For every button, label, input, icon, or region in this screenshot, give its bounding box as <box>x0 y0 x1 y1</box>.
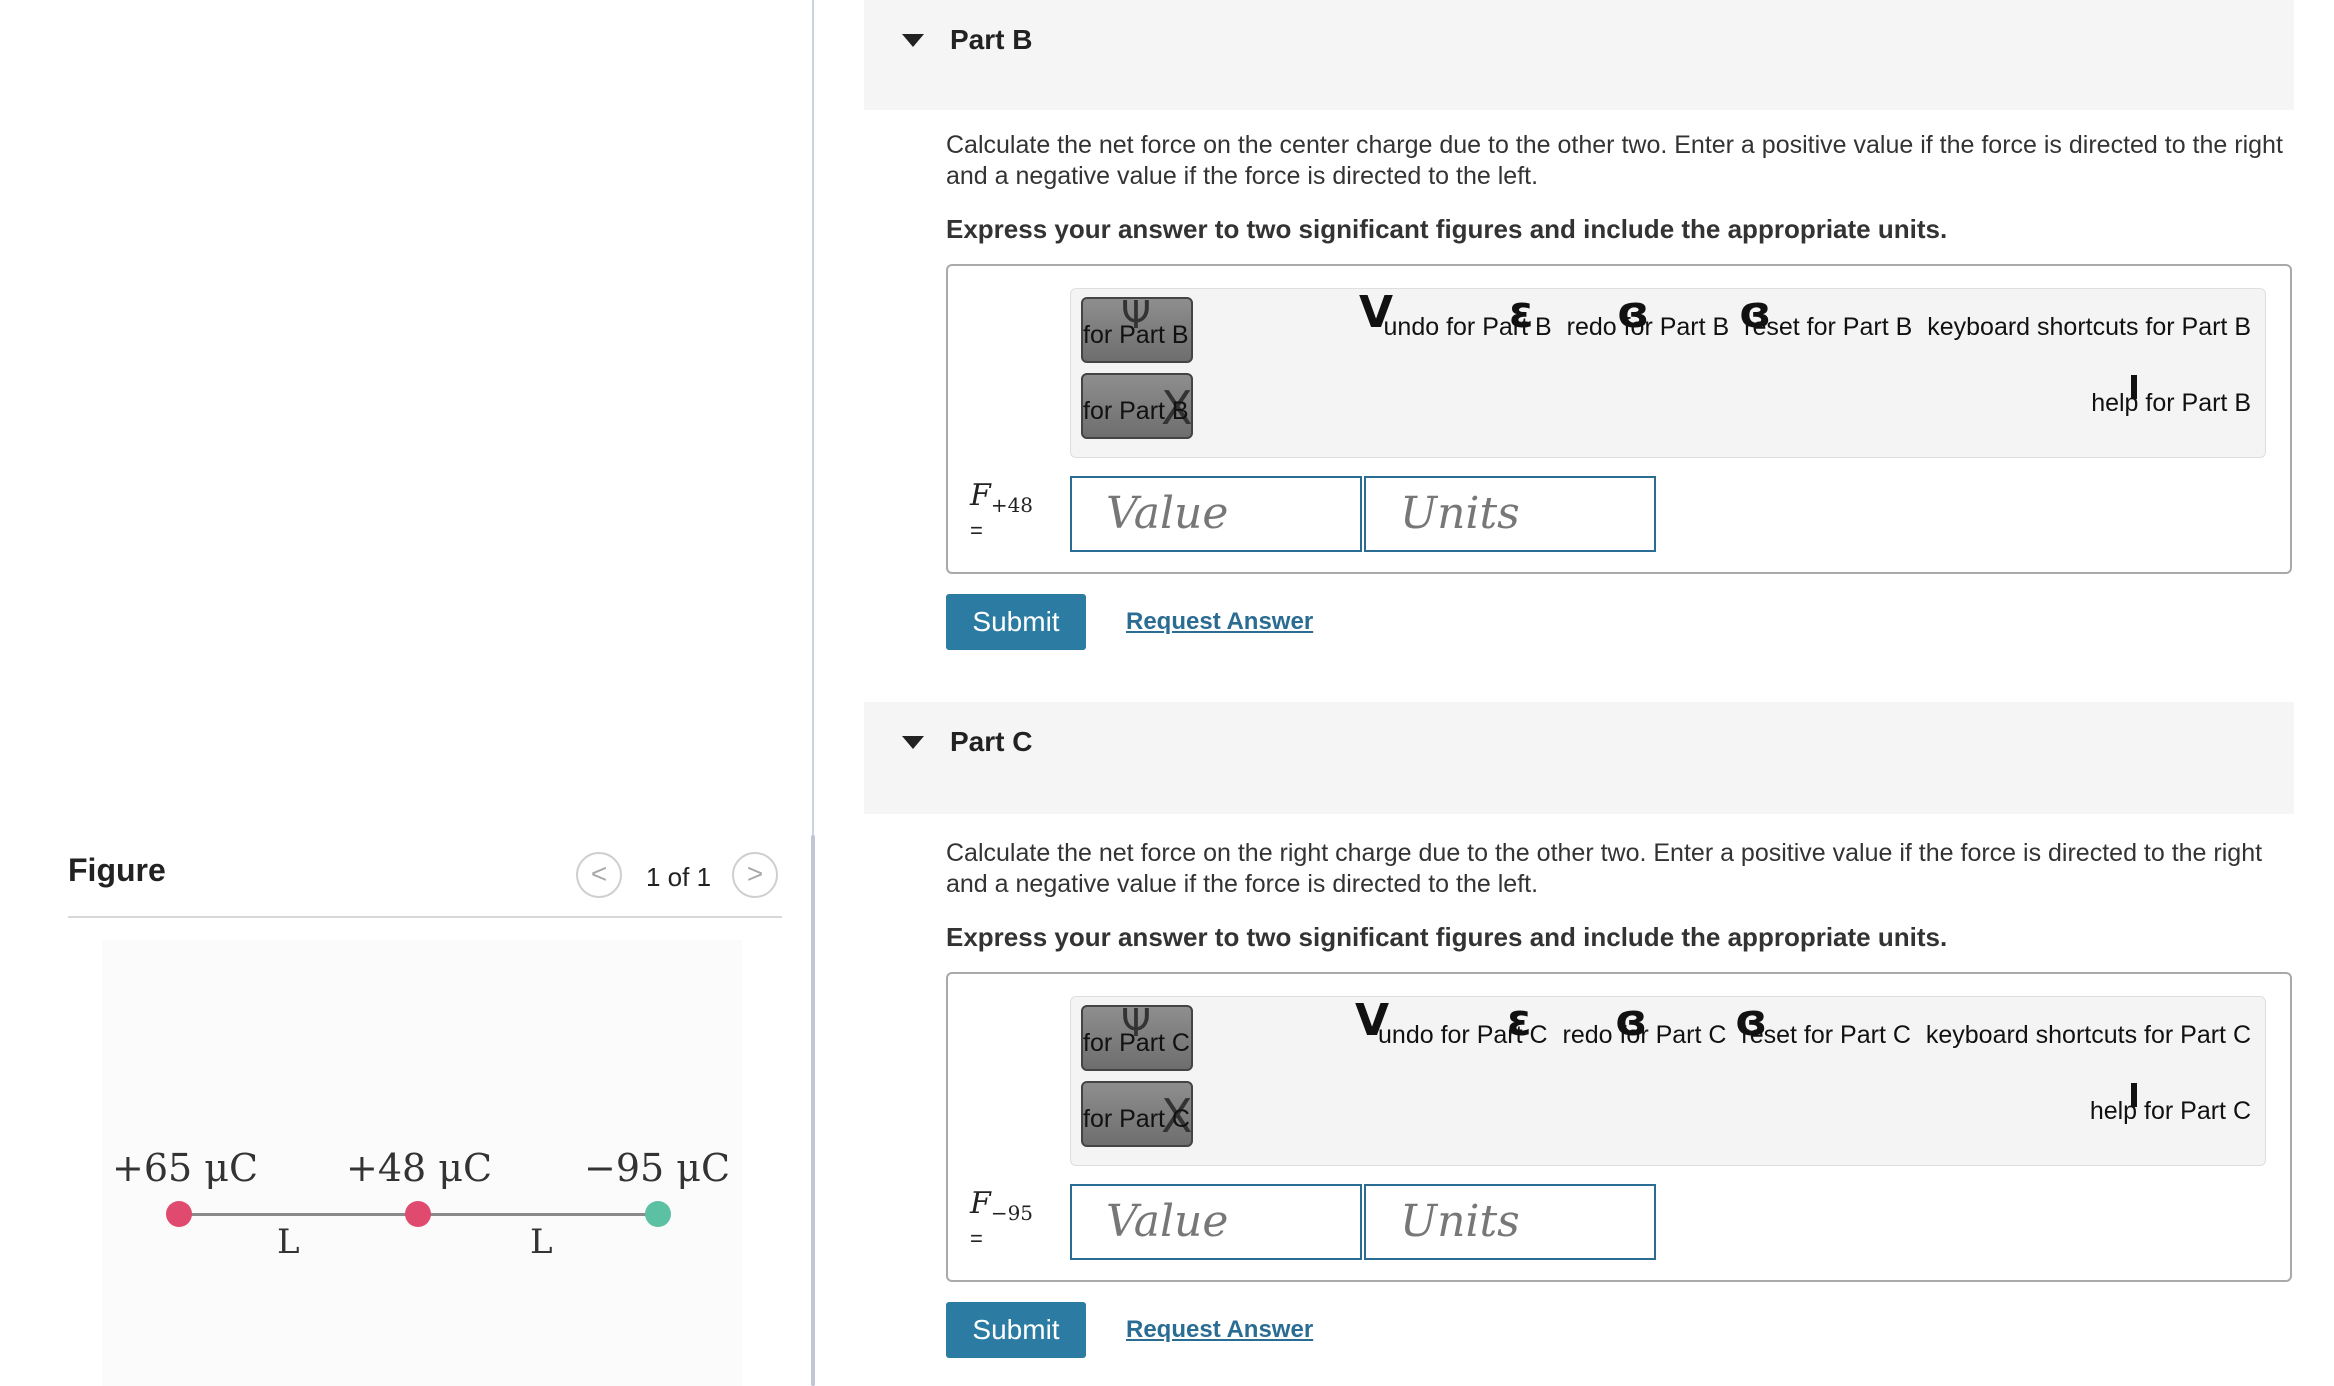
pane-divider[interactable] <box>811 0 815 1386</box>
part-b-question: Calculate the net force on the center ch… <box>946 131 2283 190</box>
part-b-variable: F+48 <box>970 478 1034 517</box>
charge-label-center: +48 μC <box>346 1146 493 1190</box>
charge-label-right: −95 μC <box>584 1146 731 1190</box>
charge-label-left: +65 μC <box>112 1146 259 1190</box>
part-b-header[interactable]: Part B <box>864 0 2294 110</box>
part-c-equals: = <box>970 1226 983 1251</box>
part-c-submit-button[interactable]: Submit <box>946 1302 1086 1358</box>
part-c-request-answer-link[interactable]: Request Answer <box>1126 1316 1313 1344</box>
part-b-value-input[interactable]: Value <box>1070 476 1362 552</box>
part-c-variable: F−95 <box>970 1186 1034 1225</box>
scrollbar-thumb[interactable] <box>811 835 815 1386</box>
figure-title: Figure <box>68 852 166 888</box>
part-b-help-button[interactable]: help for Part B <box>2091 389 2251 418</box>
part-b-answer-box: Ψ for Part B X for Part B V ɛ ɞ ɞ undo f… <box>946 264 2292 574</box>
distance-label-1: L <box>277 1222 300 1262</box>
chevron-right-icon: > <box>746 858 764 889</box>
part-b-toolbar-actions: undo for Part B redo for Part B reset fo… <box>1376 313 2251 342</box>
part-c-templates-button[interactable]: Ψ for Part C <box>1081 1005 1193 1071</box>
part-b-redo-button[interactable]: redo for Part B <box>1567 313 1730 341</box>
part-c-instruction: Express your answer to two significant f… <box>946 922 1948 952</box>
part-c-value-input[interactable]: Value <box>1070 1184 1362 1260</box>
caret-down-icon <box>902 34 924 47</box>
charge-dot-left <box>166 1201 192 1227</box>
part-b-equals: = <box>970 518 983 543</box>
part-c-toolbar: Ψ for Part C X for Part C V ɛ ɞ ɞ undo f… <box>1070 995 2266 1166</box>
charge-dot-right <box>645 1201 671 1227</box>
figure-divider <box>68 916 782 918</box>
part-c-undo-button[interactable]: undo for Part C <box>1378 1021 1548 1049</box>
chevron-left-icon: < <box>590 858 608 889</box>
part-b-toolbar: Ψ for Part B X for Part B V ɛ ɞ ɞ undo f… <box>1070 287 2266 458</box>
figure-next-button[interactable]: > <box>732 852 778 898</box>
part-c-question: Calculate the net force on the right cha… <box>946 839 2263 898</box>
part-b-templates-button[interactable]: Ψ for Part B <box>1081 297 1193 363</box>
part-b-submit-button[interactable]: Submit <box>946 594 1086 650</box>
part-c-redo-button[interactable]: redo for Part C <box>1563 1021 1727 1049</box>
distance-label-2: L <box>530 1222 553 1262</box>
part-b-title: Part B <box>950 24 1033 55</box>
part-c-keyboard-button[interactable]: keyboard shortcuts for Part C <box>1926 1021 2251 1049</box>
part-c-units-input[interactable]: Units <box>1364 1184 1656 1260</box>
part-b-request-answer-link[interactable]: Request Answer <box>1126 608 1313 636</box>
figure-page-count: 1 of 1 <box>646 862 712 892</box>
part-c-answer-box: Ψ for Part C X for Part C V ɛ ɞ ɞ undo f… <box>946 972 2292 1282</box>
part-c-reset-button[interactable]: reset for Part C <box>1741 1021 1911 1049</box>
part-b-symbols-button[interactable]: X for Part B <box>1081 373 1193 439</box>
part-b-undo-button[interactable]: undo for Part B <box>1384 313 1552 341</box>
figure-pane: Figure < 1 of 1 > +65 μC +48 μC −95 μC L… <box>0 0 812 1386</box>
part-b-units-input[interactable]: Units <box>1364 476 1656 552</box>
part-c-symbols-button[interactable]: X for Part C <box>1081 1081 1193 1147</box>
part-c-header[interactable]: Part C <box>864 702 2294 814</box>
part-c-help-button[interactable]: help for Part C <box>2090 1097 2251 1126</box>
part-b-keyboard-button[interactable]: keyboard shortcuts for Part B <box>1927 313 2251 341</box>
part-b-instruction: Express your answer to two significant f… <box>946 214 1948 244</box>
charge-dot-center <box>405 1201 431 1227</box>
part-b-reset-button[interactable]: reset for Part B <box>1744 313 1912 341</box>
part-c-title: Part C <box>950 726 1033 757</box>
caret-down-icon <box>902 736 924 749</box>
figure-prev-button[interactable]: < <box>576 852 622 898</box>
part-c-toolbar-actions: undo for Part C redo for Part C reset fo… <box>1370 1021 2251 1050</box>
